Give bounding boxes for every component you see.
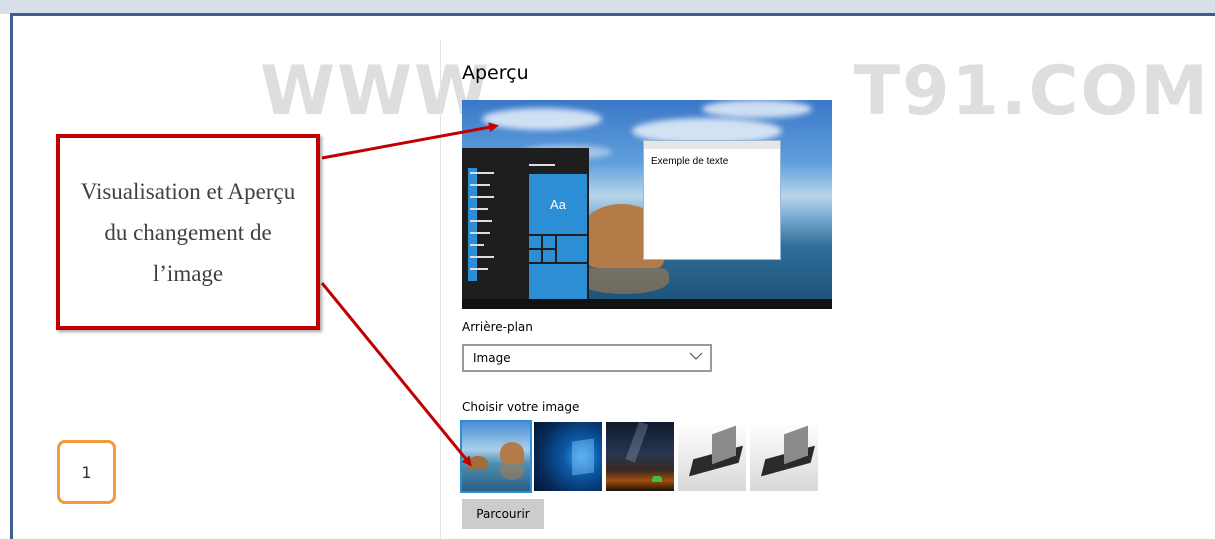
thumbnail-laptop-1[interactable] (678, 422, 746, 491)
thumbnail-beach-rock[interactable] (460, 420, 532, 493)
chevron-down-icon (689, 352, 703, 360)
page-title: Aperçu (462, 62, 529, 84)
preview-rock-reflection (579, 268, 669, 294)
frame-top-band (0, 0, 1215, 14)
thumbnail-laptop-2[interactable] (750, 422, 818, 491)
frame-border-top (10, 13, 1215, 16)
background-select[interactable]: Image (462, 344, 712, 372)
preview-sample-text: Exemple de texte (651, 156, 729, 167)
arrow-to-thumbnail (320, 282, 472, 467)
preview-tile-large: Aa (529, 174, 587, 234)
watermark-left: WWW (260, 52, 492, 131)
background-select-value: Image (473, 351, 511, 365)
choose-image-label: Choisir votre image (462, 400, 580, 414)
watermark-right: T91.COM (853, 52, 1210, 131)
thumbnail-night-sky[interactable] (606, 422, 674, 491)
browse-button[interactable]: Parcourir (462, 499, 544, 529)
preview-start-menu: Aa (462, 148, 589, 299)
preview-taskbar (462, 299, 832, 309)
thumbnail-windows-logo[interactable] (534, 422, 602, 491)
background-preview: Aa Exemple de texte (462, 100, 832, 309)
annotation-callout: Visualisation et Aperçu du changement de… (56, 134, 320, 330)
annotation-callout-text: Visualisation et Aperçu du changement de… (80, 178, 296, 286)
background-label: Arrière-plan (462, 320, 533, 334)
preview-sample-window: Exemple de texte (643, 140, 781, 260)
frame-border-left (10, 13, 13, 539)
panel-divider (440, 40, 441, 539)
step-number-badge: 1 (57, 440, 116, 504)
